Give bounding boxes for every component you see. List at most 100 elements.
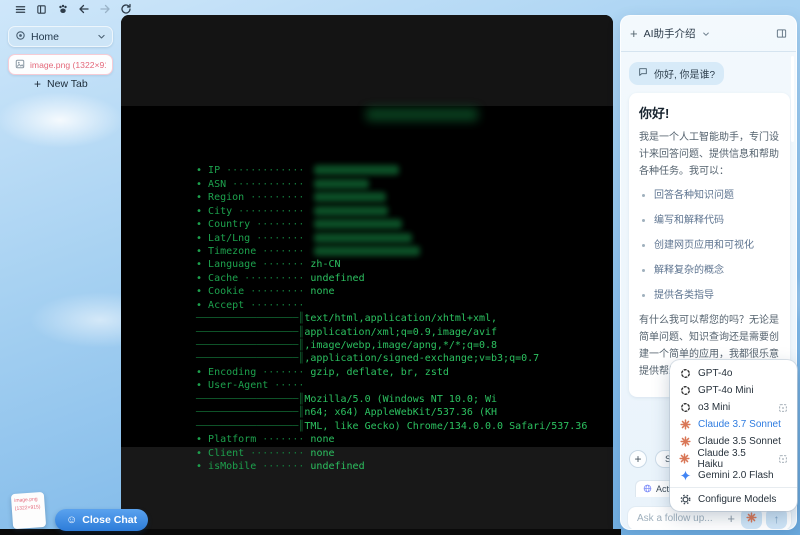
redacted-value-blob (314, 178, 370, 189)
redacted-value-blob (314, 165, 400, 176)
terminal-output: • IP ············· • ASN ············ • … (196, 108, 588, 473)
add-suggestion-button[interactable]: + (629, 450, 647, 468)
chat-input[interactable] (637, 513, 722, 524)
model-menu-item[interactable]: GPT-4o (670, 365, 797, 382)
redacted-value-blob (314, 192, 387, 203)
chat-header: + AI助手介绍 (621, 16, 796, 52)
assistant-bullet: 提供各类指导 (641, 288, 780, 304)
forward-icon[interactable] (98, 3, 111, 16)
configure-models-item[interactable]: Configure Models (670, 491, 797, 508)
model-menu-item[interactable]: Claude 3.5 Haiku (670, 448, 797, 470)
terminal-line: • isMobile ······· undefined (196, 460, 365, 472)
menu-icon[interactable] (14, 3, 27, 16)
assistant-intro: 我是一个人工智能助手，专门设计来回答问题、提供信息和帮助各种任务。我可以： (639, 132, 779, 177)
image-viewer: • IP ············· • ASN ············ • … (121, 15, 613, 535)
terminal-line: • Region ········· (196, 191, 587, 204)
terminal-line: • Lat/Lng ········ (196, 232, 587, 245)
send-arrow-icon: ↑ (773, 511, 780, 526)
image-file-icon (15, 56, 25, 74)
terminal-line: • Platform ······· none (196, 434, 335, 446)
openai-icon (679, 385, 691, 396)
image-tab-label: image.png (1322×915) (30, 59, 106, 70)
terminal-line: • Client ········· none (196, 447, 335, 459)
chevron-down-icon[interactable] (702, 25, 710, 43)
redacted-value-blob (314, 219, 403, 230)
terminal-line: • Accept ········· (196, 299, 311, 311)
openai-icon (679, 368, 691, 379)
terminal-line: ─────────────────║,image/webp,image/apng… (196, 340, 498, 352)
close-chat-button[interactable]: ☺ Close Chat (55, 509, 149, 531)
assistant-bullet: 回答各种知识问题 (641, 188, 780, 204)
assistant-bullet-list: 回答各种知识问题 编写和解释代码 创建网页应用和可视化 解释复杂的概念 提供各类指导 (641, 188, 780, 304)
terminal-line: ─────────────────║Mozilla/5.0 (Windows N… (196, 393, 498, 405)
redacted-value-blob (314, 245, 421, 256)
app-window: Home image.png (1322×915) + New Tab • IP… (0, 0, 800, 535)
user-message-bubble: 你好, 你是谁? (629, 62, 725, 85)
model-menu-item[interactable]: Gemini 2.0 Flash (670, 467, 797, 484)
assistant-message-card: 你好! 我是一个人工智能助手，专门设计来回答问题、提供信息和帮助各种任务。我可以… (629, 93, 790, 397)
terminal-line: ─────────────────║application/xml;q=0.9,… (196, 326, 498, 338)
chat-bubble-icon (638, 67, 648, 80)
terminal-line: • Encoding ······· gzip, deflate, br, zs… (196, 366, 449, 378)
browser-toolbar (14, 1, 132, 17)
terminal-line: ─────────────────║,application/signed-ex… (196, 353, 540, 365)
globe-icon (643, 484, 652, 495)
model-menu-item[interactable]: o3 Mini (670, 399, 797, 416)
claude-icon (679, 436, 691, 447)
sidebar-item-image-tab[interactable]: image.png (1322×915) (8, 54, 113, 75)
assistant-bullet: 解释复杂的概念 (641, 263, 780, 279)
new-tab-button[interactable]: + New Tab (34, 78, 88, 90)
terminal-line: • Language ······· zh-CN (196, 259, 341, 271)
assistant-heading: 你好! (639, 106, 670, 121)
redacted-value-blob (314, 232, 413, 243)
terminal-line: • Timezone ······· (196, 245, 587, 258)
chat-scrollbar[interactable] (791, 56, 794, 142)
model-menu-item[interactable]: Claude 3.7 Sonnet (670, 416, 797, 433)
panel-toggle-icon[interactable] (776, 28, 787, 39)
claude-icon (746, 510, 757, 528)
chat-title: AI助手介绍 (643, 28, 696, 40)
image-top-band (121, 15, 613, 106)
home-icon (15, 28, 26, 46)
smiley-icon: ☺ (66, 513, 78, 526)
terminal-line: • Cache ·········· undefined (196, 272, 365, 284)
menu-divider (670, 487, 797, 488)
terminal-line: ─────────────────║text/html,application/… (196, 313, 498, 325)
assistant-bullet: 编写和解释代码 (641, 213, 780, 229)
chevron-down-icon[interactable] (97, 28, 106, 46)
terminal-line: ─────────────────║n64; x64) AppleWebKit/… (196, 407, 498, 419)
drag-ghost-text: image.png (1322×915) (14, 496, 41, 512)
terminal-line: ─────────────────║TML, like Gecko) Chrom… (196, 420, 588, 432)
terminal-line: • User-Agent ····· (196, 380, 311, 392)
terminal-line: • Cookie ········· none (196, 286, 335, 298)
gear-icon (679, 494, 691, 505)
new-tab-label: New Tab (47, 78, 88, 90)
terminal-line: • Country ········ (196, 218, 587, 231)
new-chat-icon[interactable]: + (630, 26, 638, 41)
user-message-text: 你好, 你是谁? (654, 70, 716, 81)
model-menu-item[interactable]: GPT-4o Mini (670, 382, 797, 399)
model-selector-button[interactable] (741, 508, 762, 529)
openai-icon (679, 402, 691, 413)
plus-icon: + (34, 77, 42, 91)
extension-icon[interactable] (56, 3, 69, 16)
home-label: Home (31, 30, 60, 43)
assistant-bullet: 创建网页应用和可视化 (641, 238, 780, 254)
terminal-line: • ASN ············ (196, 178, 587, 191)
sidebar-item-home[interactable]: Home (8, 26, 113, 47)
claude-icon (679, 419, 691, 430)
redacted-value-blob (314, 205, 389, 216)
gemini-icon (679, 470, 691, 481)
model-menu: GPT-4o GPT-4o Mini o3 Mini Claude 3.7 Sonne… (670, 360, 797, 511)
claude-icon (679, 453, 691, 464)
terminal-line: • City ··········· (196, 205, 587, 218)
close-chat-label: Close Chat (82, 514, 138, 526)
terminal-line: • IP ············· (196, 164, 587, 177)
send-button[interactable]: ↑ (766, 508, 787, 529)
window-icon[interactable] (35, 3, 48, 16)
attach-icon[interactable]: + (725, 511, 737, 526)
reload-icon[interactable] (119, 3, 132, 16)
redacted-title-blob (366, 108, 478, 121)
back-icon[interactable] (77, 3, 90, 16)
drag-ghost-note: image.png (1322×915) (10, 491, 47, 530)
